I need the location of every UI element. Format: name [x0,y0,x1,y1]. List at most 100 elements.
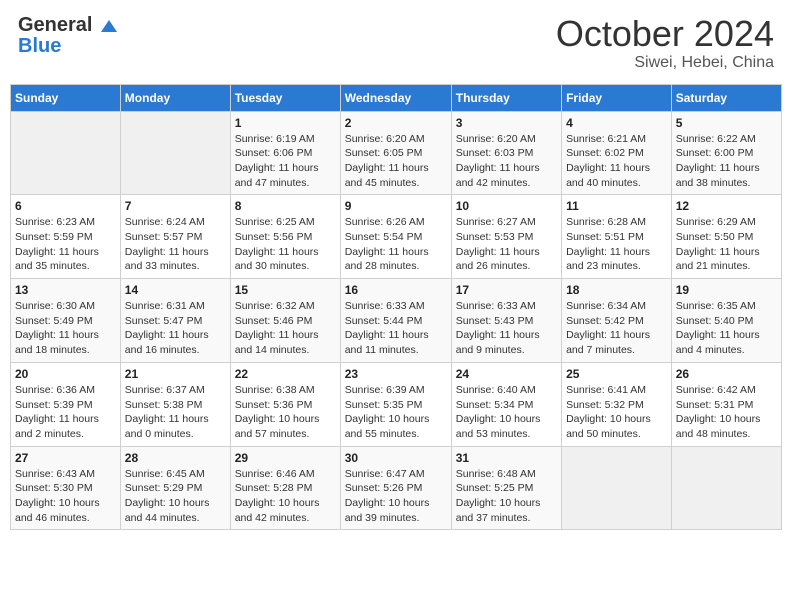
weekday-header-friday: Friday [562,84,672,111]
day-cell: 1 Sunrise: 6:19 AM Sunset: 6:06 PM Daylig… [230,111,340,195]
logo-blue-text: Blue [18,35,61,58]
day-info: Sunrise: 6:21 AM Sunset: 6:02 PM Dayligh… [566,132,667,191]
day-number: 23 [345,367,447,381]
day-number: 12 [676,199,777,213]
week-row-1: 1 Sunrise: 6:19 AM Sunset: 6:06 PM Daylig… [11,111,782,195]
day-cell: 28 Sunrise: 6:45 AM Sunset: 5:29 PM Dayli… [120,446,230,530]
day-number: 27 [15,451,116,465]
day-cell: 17 Sunrise: 6:33 AM Sunset: 5:43 PM Dayli… [451,279,561,363]
calendar-table: SundayMondayTuesdayWednesdayThursdayFrid… [10,84,782,531]
day-cell: 15Sunrise: 6:32 AM Sunset: 5:46 PM Dayli… [230,279,340,363]
logo: General Blue [18,14,117,58]
day-cell [120,111,230,195]
day-number: 6 [15,199,116,213]
day-info: Sunrise: 6:33 AM Sunset: 5:44 PM Dayligh… [345,299,447,358]
day-cell: 3 Sunrise: 6:20 AM Sunset: 6:03 PM Daylig… [451,111,561,195]
page-header: General Blue October 2024 Siwei, Hebei, … [10,10,782,76]
day-number: 3 [456,116,557,130]
day-number: 17 [456,283,557,297]
day-info: Sunrise: 6:35 AM Sunset: 5:40 PM Dayligh… [676,299,777,358]
day-cell: 27Sunrise: 6:43 AM Sunset: 5:30 PM Dayli… [11,446,121,530]
day-number: 10 [456,199,557,213]
day-cell: 5Sunrise: 6:22 AM Sunset: 6:00 PM Daylig… [671,111,781,195]
day-info: Sunrise: 6:45 AM Sunset: 5:29 PM Dayligh… [125,467,226,526]
day-cell: 26 Sunrise: 6:42 AM Sunset: 5:31 PM Dayli… [671,362,781,446]
day-cell: 22Sunrise: 6:38 AM Sunset: 5:36 PM Dayli… [230,362,340,446]
day-info: Sunrise: 6:39 AM Sunset: 5:35 PM Dayligh… [345,383,447,442]
day-cell [671,446,781,530]
week-row-5: 27Sunrise: 6:43 AM Sunset: 5:30 PM Dayli… [11,446,782,530]
weekday-header-row: SundayMondayTuesdayWednesdayThursdayFrid… [11,84,782,111]
day-cell: 16 Sunrise: 6:33 AM Sunset: 5:44 PM Dayli… [340,279,451,363]
day-info: Sunrise: 6:42 AM Sunset: 5:31 PM Dayligh… [676,383,777,442]
week-row-4: 20Sunrise: 6:36 AM Sunset: 5:39 PM Dayli… [11,362,782,446]
day-info: Sunrise: 6:24 AM Sunset: 5:57 PM Dayligh… [125,215,226,274]
day-number: 4 [566,116,667,130]
day-number: 11 [566,199,667,213]
day-info: Sunrise: 6:27 AM Sunset: 5:53 PM Dayligh… [456,215,557,274]
week-row-3: 13 Sunrise: 6:30 AM Sunset: 5:49 PM Dayli… [11,279,782,363]
logo-general-text: General [18,14,92,36]
day-cell: 19Sunrise: 6:35 AM Sunset: 5:40 PM Dayli… [671,279,781,363]
day-cell: 8Sunrise: 6:25 AM Sunset: 5:56 PM Daylig… [230,195,340,279]
day-info: Sunrise: 6:20 AM Sunset: 6:03 PM Dayligh… [456,132,557,191]
logo-bird-icon [99,18,117,36]
day-cell: 24 Sunrise: 6:40 AM Sunset: 5:34 PM Dayli… [451,362,561,446]
logo-general-line: General [18,14,117,37]
day-cell: 21Sunrise: 6:37 AM Sunset: 5:38 PM Dayli… [120,362,230,446]
day-number: 26 [676,367,777,381]
day-number: 16 [345,283,447,297]
day-info: Sunrise: 6:20 AM Sunset: 6:05 PM Dayligh… [345,132,447,191]
weekday-header-saturday: Saturday [671,84,781,111]
day-number: 24 [456,367,557,381]
day-cell: 18 Sunrise: 6:34 AM Sunset: 5:42 PM Dayli… [562,279,672,363]
day-info: Sunrise: 6:46 AM Sunset: 5:28 PM Dayligh… [235,467,336,526]
day-cell: 29 Sunrise: 6:46 AM Sunset: 5:28 PM Dayli… [230,446,340,530]
day-info: Sunrise: 6:25 AM Sunset: 5:56 PM Dayligh… [235,215,336,274]
day-number: 5 [676,116,777,130]
day-number: 30 [345,451,447,465]
day-number: 29 [235,451,336,465]
weekday-header-sunday: Sunday [11,84,121,111]
day-number: 28 [125,451,226,465]
day-info: Sunrise: 6:40 AM Sunset: 5:34 PM Dayligh… [456,383,557,442]
day-number: 22 [235,367,336,381]
day-number: 13 [15,283,116,297]
day-cell: 30Sunrise: 6:47 AM Sunset: 5:26 PM Dayli… [340,446,451,530]
weekday-header-tuesday: Tuesday [230,84,340,111]
day-cell: 6Sunrise: 6:23 AM Sunset: 5:59 PM Daylig… [11,195,121,279]
location-title: Siwei, Hebei, China [556,54,774,72]
day-info: Sunrise: 6:28 AM Sunset: 5:51 PM Dayligh… [566,215,667,274]
day-info: Sunrise: 6:48 AM Sunset: 5:25 PM Dayligh… [456,467,557,526]
day-cell: 25 Sunrise: 6:41 AM Sunset: 5:32 PM Dayli… [562,362,672,446]
day-info: Sunrise: 6:30 AM Sunset: 5:49 PM Dayligh… [15,299,116,358]
day-info: Sunrise: 6:33 AM Sunset: 5:43 PM Dayligh… [456,299,557,358]
weekday-header-monday: Monday [120,84,230,111]
weekday-header-thursday: Thursday [451,84,561,111]
day-info: Sunrise: 6:36 AM Sunset: 5:39 PM Dayligh… [15,383,116,442]
day-cell: 4 Sunrise: 6:21 AM Sunset: 6:02 PM Daylig… [562,111,672,195]
day-info: Sunrise: 6:19 AM Sunset: 6:06 PM Dayligh… [235,132,336,191]
day-info: Sunrise: 6:26 AM Sunset: 5:54 PM Dayligh… [345,215,447,274]
day-number: 14 [125,283,226,297]
day-cell: 20Sunrise: 6:36 AM Sunset: 5:39 PM Dayli… [11,362,121,446]
weekday-header-wednesday: Wednesday [340,84,451,111]
month-title: October 2024 [556,14,774,54]
day-cell: 9Sunrise: 6:26 AM Sunset: 5:54 PM Daylig… [340,195,451,279]
day-info: Sunrise: 6:31 AM Sunset: 5:47 PM Dayligh… [125,299,226,358]
day-cell: 2 Sunrise: 6:20 AM Sunset: 6:05 PM Daylig… [340,111,451,195]
day-info: Sunrise: 6:34 AM Sunset: 5:42 PM Dayligh… [566,299,667,358]
day-number: 15 [235,283,336,297]
day-number: 2 [345,116,447,130]
day-cell: 31 Sunrise: 6:48 AM Sunset: 5:25 PM Dayli… [451,446,561,530]
day-cell: 23 Sunrise: 6:39 AM Sunset: 5:35 PM Dayli… [340,362,451,446]
day-info: Sunrise: 6:29 AM Sunset: 5:50 PM Dayligh… [676,215,777,274]
day-cell [562,446,672,530]
day-info: Sunrise: 6:41 AM Sunset: 5:32 PM Dayligh… [566,383,667,442]
day-number: 1 [235,116,336,130]
day-cell: 7Sunrise: 6:24 AM Sunset: 5:57 PM Daylig… [120,195,230,279]
day-cell: 10 Sunrise: 6:27 AM Sunset: 5:53 PM Dayli… [451,195,561,279]
day-number: 31 [456,451,557,465]
day-number: 25 [566,367,667,381]
day-number: 18 [566,283,667,297]
